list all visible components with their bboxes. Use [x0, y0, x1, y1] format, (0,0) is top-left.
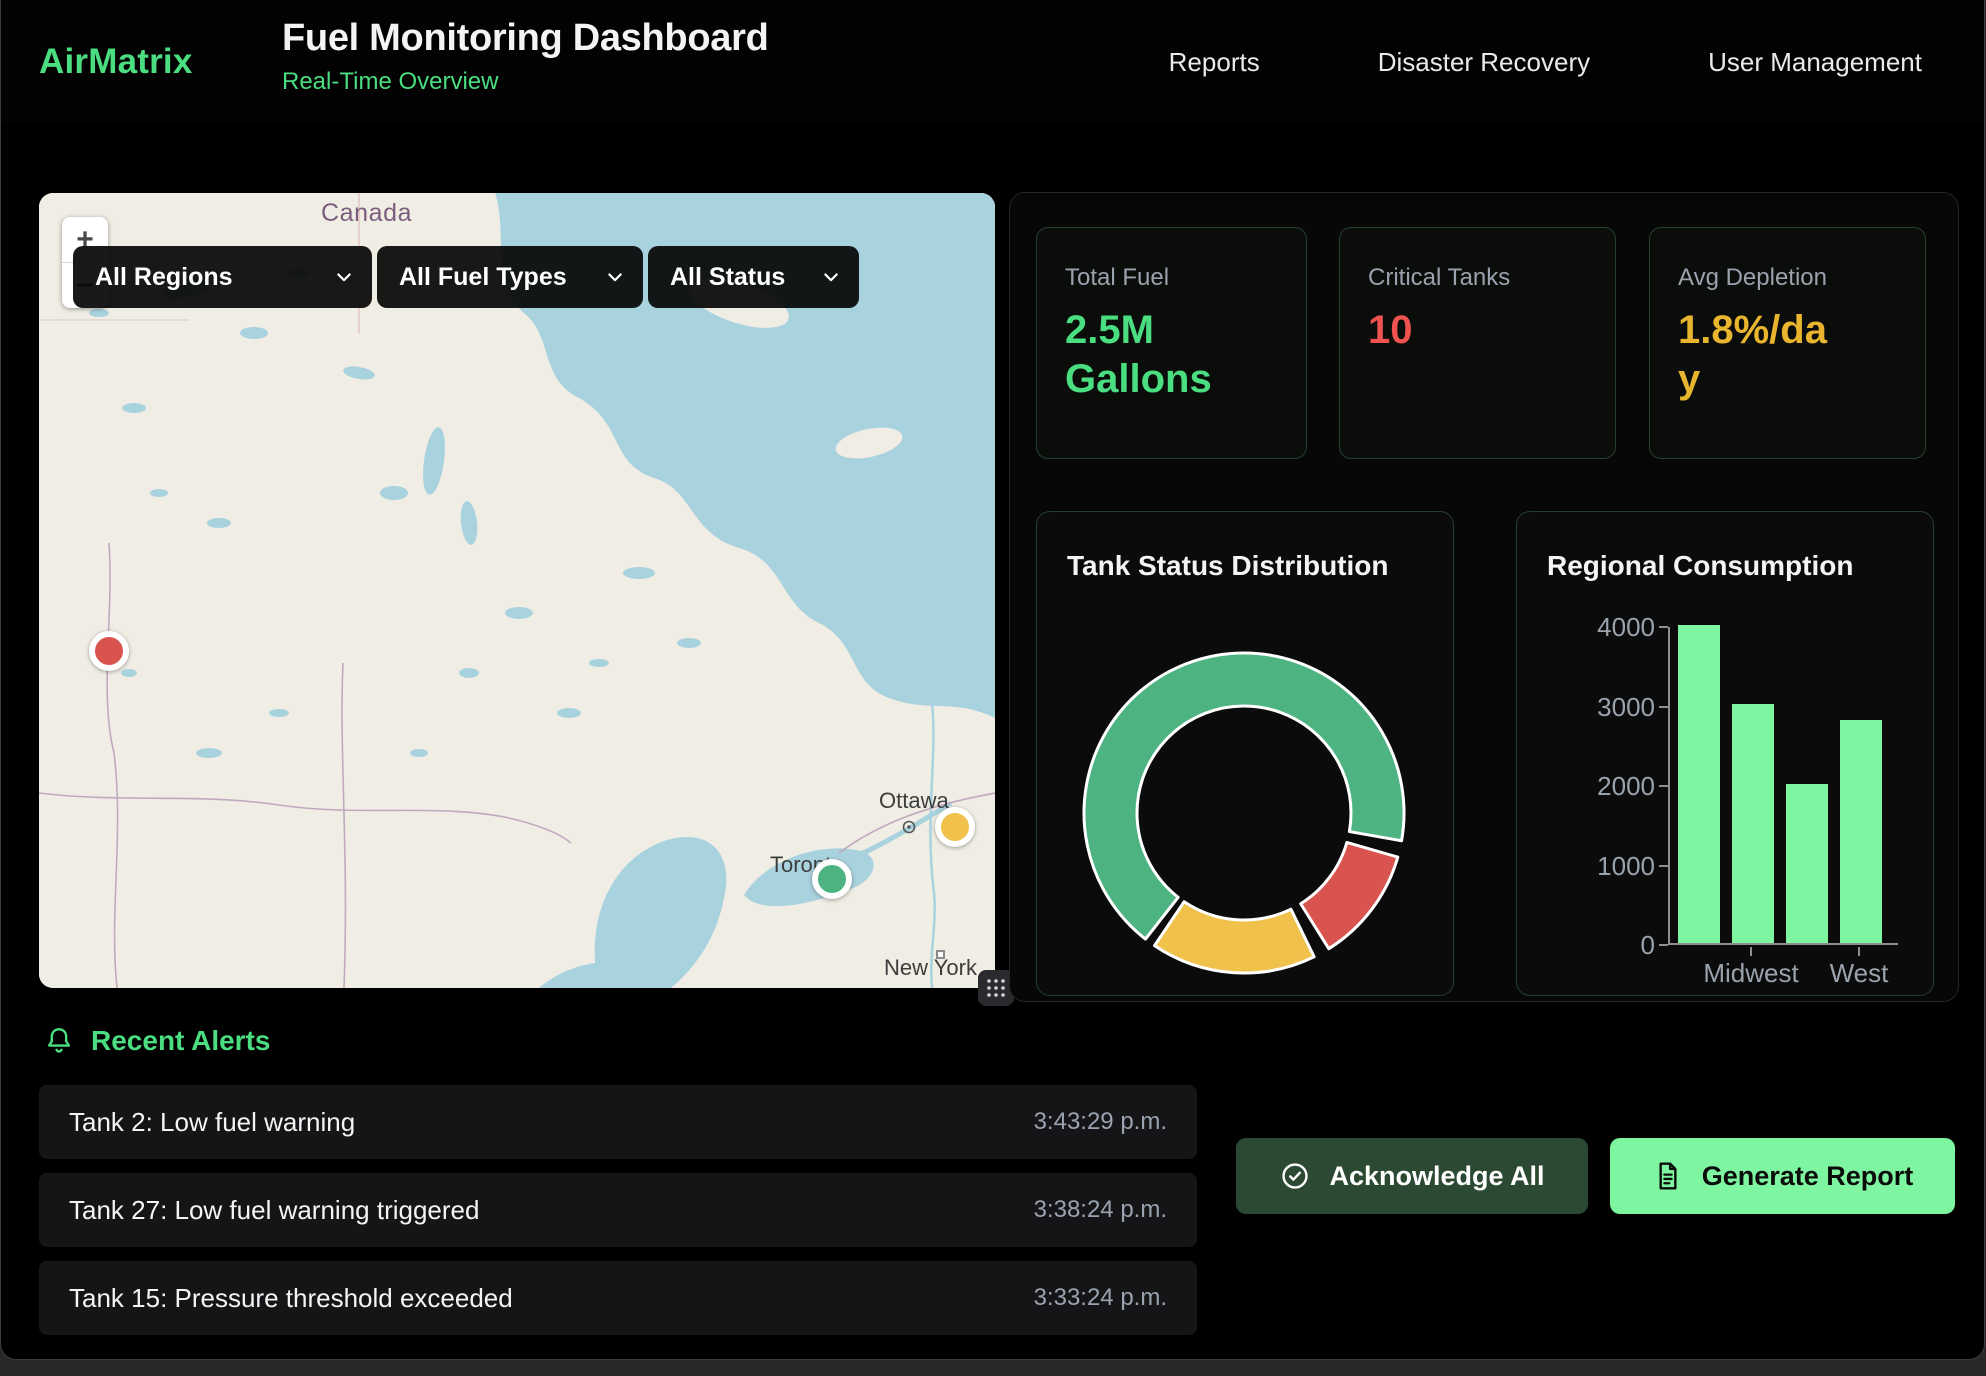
- donut-segment-warning: [1155, 902, 1315, 973]
- alert-text: Tank 15: Pressure threshold exceeded: [69, 1283, 513, 1314]
- x-tick-mark: [1750, 947, 1752, 956]
- stat-label: Total Fuel: [1065, 264, 1278, 292]
- acknowledge-all-button[interactable]: Acknowledge All: [1236, 1138, 1588, 1214]
- alerts-heading-label: Recent Alerts: [91, 1025, 270, 1057]
- filter-status-value: All Status: [670, 263, 785, 292]
- alert-timestamp: 3:43:29 p.m.: [1034, 1108, 1167, 1136]
- map-panel[interactable]: Canada Ottawa Toronto New York + − All R…: [39, 193, 995, 988]
- acknowledge-all-label: Acknowledge All: [1329, 1161, 1544, 1192]
- filter-regions-select[interactable]: All Regions: [73, 246, 372, 308]
- chevron-down-icon: [605, 267, 625, 287]
- bar-chart-card: Regional Consumption 01000200030004000Mi…: [1516, 511, 1934, 996]
- map-marker-warning[interactable]: [935, 807, 975, 847]
- map-label-ottawa: Ottawa: [879, 788, 949, 814]
- chevron-down-icon: [821, 267, 841, 287]
- alert-text: Tank 2: Low fuel warning: [69, 1107, 355, 1138]
- brand-logo: AirMatrix: [39, 0, 193, 124]
- y-tick-mark: [1659, 785, 1668, 787]
- chart-title: Regional Consumption: [1547, 550, 1853, 582]
- alert-timestamp: 3:33:24 p.m.: [1034, 1284, 1167, 1312]
- page-subtitle: Real-Time Overview: [282, 68, 768, 96]
- stats-panel: Total Fuel 2.5M Gallons Critical Tanks 1…: [1009, 192, 1959, 1002]
- stat-value: 2.5M Gallons: [1065, 306, 1278, 404]
- page-title-block: Fuel Monitoring Dashboard Real-Time Over…: [282, 17, 768, 96]
- app-window: AirMatrix Fuel Monitoring Dashboard Real…: [0, 0, 1985, 1360]
- stat-label: Critical Tanks: [1368, 264, 1587, 292]
- y-tick-label: 4000: [1517, 612, 1655, 643]
- alert-row[interactable]: Tank 27: Low fuel warning triggered 3:38…: [39, 1173, 1197, 1247]
- map-canvas: [39, 193, 995, 988]
- alerts-heading: Recent Alerts: [43, 1025, 270, 1057]
- filter-fuel-types-select[interactable]: All Fuel Types: [377, 246, 643, 308]
- y-tick-label: 1000: [1517, 851, 1655, 882]
- new-york-dot: [936, 950, 945, 959]
- bar: [1732, 704, 1774, 943]
- main-nav: Reports Disaster Recovery User Managemen…: [1169, 0, 1922, 124]
- stat-card-critical-tanks: Critical Tanks 10: [1339, 227, 1616, 459]
- y-tick-mark: [1659, 706, 1668, 708]
- bar: [1840, 720, 1882, 943]
- check-circle-icon: [1279, 1160, 1311, 1192]
- bar-chart-plot-area: [1668, 627, 1898, 945]
- chevron-down-icon: [334, 267, 354, 287]
- filter-fuel-types-value: All Fuel Types: [399, 263, 567, 292]
- alert-text: Tank 27: Low fuel warning triggered: [69, 1195, 479, 1226]
- bell-icon: [43, 1025, 75, 1057]
- stat-value: 10: [1368, 306, 1587, 355]
- map-label-new-york: New York: [884, 955, 977, 981]
- alert-row[interactable]: Tank 2: Low fuel warning 3:43:29 p.m.: [39, 1085, 1197, 1159]
- stat-label: Avg Depletion: [1678, 264, 1897, 292]
- nav-item-disaster-recovery[interactable]: Disaster Recovery: [1378, 47, 1590, 78]
- filter-regions-value: All Regions: [95, 263, 233, 292]
- grip-dots-icon: [981, 973, 1011, 1003]
- bar: [1786, 784, 1828, 943]
- ottawa-town-icon: [901, 819, 917, 835]
- y-tick-mark: [1659, 865, 1668, 867]
- y-tick-label: 2000: [1517, 771, 1655, 802]
- map-filters: All Regions All Fuel Types All Status: [73, 246, 859, 308]
- x-tick-mark: [1858, 947, 1860, 956]
- x-tick-label: West: [1779, 958, 1939, 989]
- document-icon: [1652, 1160, 1684, 1192]
- chart-title: Tank Status Distribution: [1067, 550, 1389, 582]
- bar: [1678, 625, 1720, 943]
- stat-card-avg-depletion: Avg Depletion 1.8%/day: [1649, 227, 1926, 459]
- stat-card-total-fuel: Total Fuel 2.5M Gallons: [1036, 227, 1307, 459]
- tank-status-donut-chart: [1074, 643, 1414, 983]
- donut-segment-critical: [1301, 842, 1398, 948]
- nav-item-reports[interactable]: Reports: [1169, 47, 1260, 78]
- header: AirMatrix Fuel Monitoring Dashboard Real…: [1, 0, 1984, 124]
- stat-value: 1.8%/day: [1678, 306, 1828, 404]
- generate-report-label: Generate Report: [1702, 1161, 1914, 1192]
- nav-item-user-management[interactable]: User Management: [1708, 47, 1922, 78]
- map-marker-critical[interactable]: [89, 631, 129, 671]
- y-tick-mark: [1659, 944, 1668, 946]
- map-label-canada: Canada: [321, 199, 412, 228]
- donut-chart-card: Tank Status Distribution: [1036, 511, 1454, 996]
- page-title: Fuel Monitoring Dashboard: [282, 17, 768, 60]
- y-tick-label: 3000: [1517, 692, 1655, 723]
- generate-report-button[interactable]: Generate Report: [1610, 1138, 1955, 1214]
- alert-row[interactable]: Tank 15: Pressure threshold exceeded 3:3…: [39, 1261, 1197, 1335]
- map-marker-normal[interactable]: [812, 859, 852, 899]
- filter-status-select[interactable]: All Status: [648, 246, 859, 308]
- y-tick-mark: [1659, 626, 1668, 628]
- alert-timestamp: 3:38:24 p.m.: [1034, 1196, 1167, 1224]
- y-tick-label: 0: [1517, 930, 1655, 961]
